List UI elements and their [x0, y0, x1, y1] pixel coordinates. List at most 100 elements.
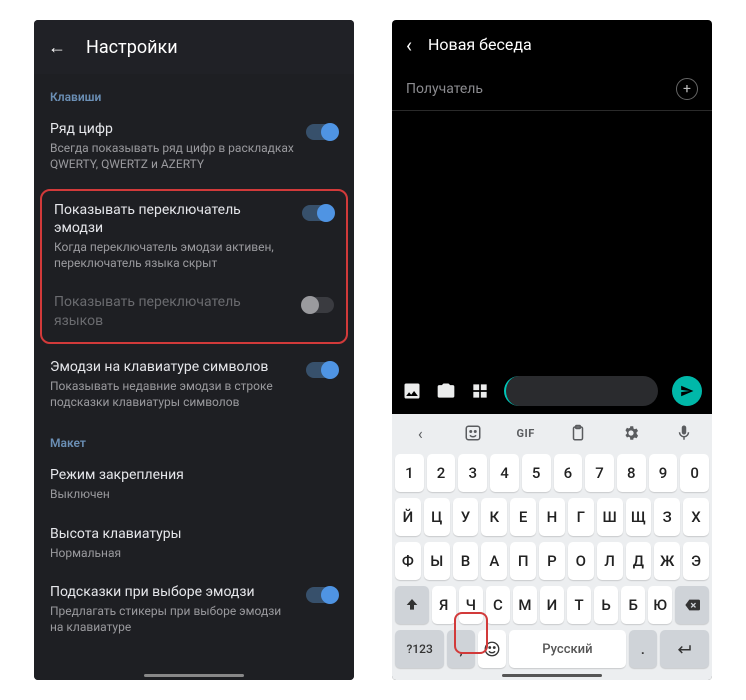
setting-number-row[interactable]: Ряд цифр Всегда показывать ряд цифр в ра… [34, 110, 354, 185]
settings-gear-icon[interactable] [616, 424, 646, 442]
key-8[interactable]: 8 [617, 454, 646, 492]
key-letter[interactable]: О [568, 542, 594, 580]
key-letter[interactable]: Х [683, 498, 709, 536]
key-5[interactable]: 5 [522, 454, 551, 492]
key-0[interactable]: 0 [680, 454, 709, 492]
recipient-row[interactable]: Получатель + [392, 70, 712, 111]
gif-button[interactable]: GIF [511, 427, 541, 440]
setting-keyboard-height[interactable]: Высота клавиатуры Нормальная [34, 515, 354, 573]
send-button[interactable] [672, 376, 702, 406]
toggle-number-row[interactable] [306, 124, 338, 140]
key-letter[interactable]: Т [567, 586, 591, 624]
setting-subtitle: Всегда показывать ряд цифр в раскладках … [50, 140, 296, 172]
clipboard-icon[interactable] [563, 424, 593, 442]
key-backspace[interactable] [675, 586, 709, 624]
compose-row [392, 368, 712, 414]
setting-title: Ряд цифр [50, 120, 296, 138]
toggle-emoji-switch[interactable] [302, 205, 334, 221]
nav-bar-indicator [144, 674, 244, 677]
key-letter[interactable]: Ю [648, 586, 672, 624]
setting-emoji-symbols[interactable]: Эмодзи на клавиатуре символов Показывать… [34, 348, 354, 423]
chat-title: Новая беседа [428, 35, 532, 54]
key-3[interactable]: 3 [458, 454, 487, 492]
key-6[interactable]: 6 [554, 454, 583, 492]
keyboard-toolbar: ‹ GIF [392, 414, 712, 452]
key-comma[interactable]: , [447, 630, 475, 668]
section-label-keys: Клавиши [34, 76, 354, 110]
key-symbols[interactable]: ?123 [395, 630, 444, 668]
kbd-row-3: Я Ч С М И Т Ь Б Ю [395, 586, 709, 624]
settings-title: Настройки [86, 37, 178, 58]
key-7[interactable]: 7 [585, 454, 614, 492]
toggle-emoji-suggestions[interactable] [306, 587, 338, 603]
key-letter[interactable]: Р [539, 542, 565, 580]
key-letter[interactable]: В [453, 542, 479, 580]
key-letter[interactable]: И [540, 586, 564, 624]
settings-body: Клавиши Ряд цифр Всегда показывать ряд ц… [34, 74, 354, 680]
back-arrow-icon[interactable]: ← [48, 37, 66, 58]
camera-icon[interactable] [436, 381, 456, 401]
key-letter[interactable]: С [486, 586, 510, 624]
key-emoji[interactable] [478, 630, 506, 668]
setting-emoji-suggestions[interactable]: Подсказки при выборе эмодзи Предлагать с… [34, 573, 354, 648]
key-4[interactable]: 4 [490, 454, 519, 492]
setting-title: Режим закрепления [50, 466, 328, 484]
setting-dock-mode[interactable]: Режим закрепления Выключен [34, 456, 354, 514]
key-letter[interactable]: Г [568, 498, 594, 536]
key-period[interactable]: . [629, 630, 657, 668]
kbd-row-2: Ф Ы В А П Р О Л Д Ж Э [395, 542, 709, 580]
chat-messages-area [392, 111, 712, 369]
setting-language-switch: Показывать переключатель языков [42, 283, 346, 341]
apps-icon[interactable] [470, 381, 490, 401]
key-enter[interactable] [660, 630, 709, 668]
setting-subtitle: Выключен [50, 486, 328, 502]
keyboard: ‹ GIF 1 2 3 [392, 414, 712, 680]
toggle-emoji-symbols[interactable] [306, 362, 338, 378]
key-letter[interactable]: П [510, 542, 536, 580]
key-letter[interactable]: Ж [654, 542, 680, 580]
key-letter[interactable]: У [453, 498, 479, 536]
setting-title: Эмодзи на клавиатуре символов [50, 358, 296, 376]
setting-subtitle: Показывать недавние эмодзи в строке подс… [50, 378, 296, 410]
key-letter[interactable]: А [481, 542, 507, 580]
key-shift[interactable] [395, 586, 429, 624]
key-letter[interactable]: Ф [395, 542, 421, 580]
setting-subtitle: Когда переключатель эмодзи активен, пере… [54, 239, 292, 271]
highlight-emoji-switch: Показывать переключатель эмодзи Когда пе… [40, 189, 348, 344]
key-letter[interactable]: Ь [594, 586, 618, 624]
key-letter[interactable]: М [513, 586, 537, 624]
key-space[interactable]: Русский [509, 630, 626, 668]
key-letter[interactable]: З [654, 498, 680, 536]
key-letter[interactable]: Й [395, 498, 421, 536]
key-letter[interactable]: Я [432, 586, 456, 624]
gallery-icon[interactable] [402, 381, 422, 401]
key-letter[interactable]: Л [597, 542, 623, 580]
setting-title: Подсказки при выборе эмодзи [50, 583, 296, 601]
key-9[interactable]: 9 [649, 454, 678, 492]
key-letter[interactable]: Н [539, 498, 565, 536]
sticker-icon[interactable] [458, 424, 488, 442]
mic-icon[interactable] [669, 424, 699, 442]
chat-screen: ‹ Новая беседа Получатель + [392, 20, 712, 680]
setting-emoji-switch[interactable]: Показывать переключатель эмодзи Когда пе… [42, 191, 346, 284]
key-letter[interactable]: Б [621, 586, 645, 624]
key-letter[interactable]: Е [510, 498, 536, 536]
key-1[interactable]: 1 [395, 454, 424, 492]
chat-header: ‹ Новая беседа [392, 20, 712, 70]
key-letter[interactable]: Щ [626, 498, 652, 536]
collapse-chevron-icon[interactable]: ‹ [405, 424, 435, 443]
key-letter[interactable]: Э [683, 542, 709, 580]
key-letter[interactable]: Ч [459, 586, 483, 624]
setting-title: Высота клавиатуры [50, 525, 328, 543]
message-input[interactable] [504, 376, 658, 406]
key-letter[interactable]: Ц [424, 498, 450, 536]
key-letter[interactable]: Ш [597, 498, 623, 536]
key-letter[interactable]: Д [626, 542, 652, 580]
back-chevron-icon[interactable]: ‹ [406, 33, 412, 57]
add-recipient-button[interactable]: + [676, 78, 698, 100]
setting-title: Показывать переключатель языков [54, 293, 292, 329]
key-letter[interactable]: К [481, 498, 507, 536]
key-letter[interactable]: Ы [424, 542, 450, 580]
key-2[interactable]: 2 [427, 454, 456, 492]
kbd-row-1: Й Ц У К Е Н Г Ш Щ З Х [395, 498, 709, 536]
